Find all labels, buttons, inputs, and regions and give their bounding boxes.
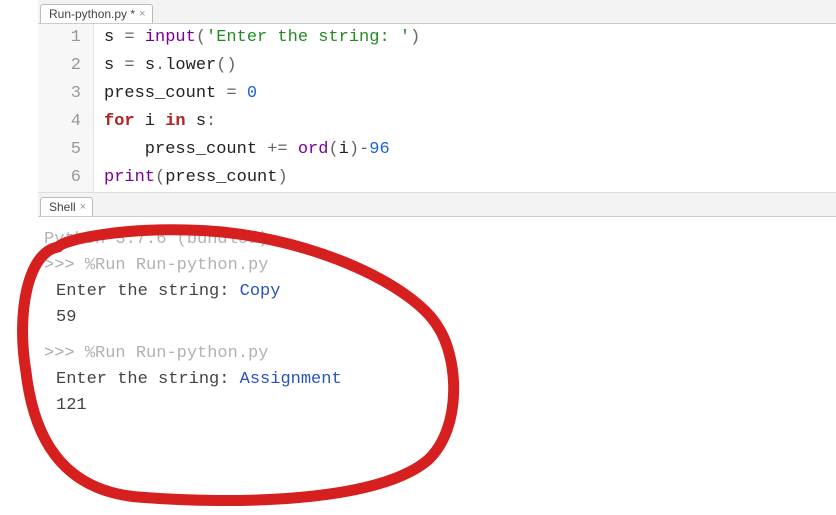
shell-output[interactable]: Python 3.7.6 (bundled)>>> %Run Run-pytho…	[38, 217, 836, 439]
code-content[interactable]: s = input('Enter the string: ')	[94, 24, 420, 52]
token: i	[339, 140, 349, 159]
token: 0	[247, 84, 257, 103]
shell-tab[interactable]: Shell ×	[40, 197, 93, 216]
close-icon[interactable]: ×	[139, 8, 145, 20]
repl-prompt: >>>	[44, 256, 85, 275]
code-line: 6print(press_count)	[38, 164, 836, 192]
token: press_count	[104, 140, 257, 159]
token: =	[226, 84, 236, 103]
close-icon[interactable]: ×	[80, 201, 86, 213]
line-number: 1	[38, 24, 94, 52]
token: 96	[369, 140, 389, 159]
token: .	[155, 56, 165, 75]
code-content[interactable]: print(press_count)	[94, 164, 288, 192]
token: press_count	[104, 84, 216, 103]
code-line: 3press_count = 0	[38, 80, 836, 108]
run-command: %Run Run-python.py	[85, 344, 269, 363]
user-input-value: Copy	[240, 282, 281, 301]
line-number: 3	[38, 80, 94, 108]
shell-command-line: >>> %Run Run-python.py	[44, 341, 832, 367]
line-number: 5	[38, 136, 94, 164]
token: (	[155, 168, 165, 187]
ide-window: Run-python.py * × 1s = input('Enter the …	[0, 0, 836, 439]
blank-line	[44, 419, 832, 429]
shell-tab-bar: Shell ×	[38, 193, 836, 217]
token: print	[104, 168, 155, 187]
token: -	[359, 140, 369, 159]
token: s	[186, 112, 206, 131]
token	[288, 140, 298, 159]
program-io-line: Enter the string: Assignment	[44, 367, 832, 393]
code-content[interactable]: s = s.lower()	[94, 52, 237, 80]
token: =	[124, 28, 134, 47]
editor-tab[interactable]: Run-python.py * ×	[40, 4, 153, 23]
token: :	[206, 112, 216, 131]
code-line: 4for i in s:	[38, 108, 836, 136]
token: +=	[267, 140, 287, 159]
output-prompt-text: Enter the string:	[56, 370, 240, 389]
user-input-value: Assignment	[240, 370, 342, 389]
token: lower	[165, 56, 216, 75]
code-line: 1s = input('Enter the string: ')	[38, 24, 836, 52]
output-prompt-text: Enter the string:	[56, 282, 240, 301]
token	[237, 84, 247, 103]
code-content[interactable]: for i in s:	[94, 108, 216, 136]
token	[135, 56, 145, 75]
code-content[interactable]: press_count += ord(i)-96	[94, 136, 390, 164]
token	[257, 140, 267, 159]
token	[114, 28, 124, 47]
token: =	[124, 56, 134, 75]
run-command: %Run Run-python.py	[85, 256, 269, 275]
tab-filename: Run-python.py *	[49, 7, 135, 21]
token: )	[349, 140, 359, 159]
token: i	[135, 112, 166, 131]
line-number: 6	[38, 164, 94, 192]
blank-line	[44, 331, 832, 341]
token: 'Enter the string: '	[206, 28, 410, 47]
token: )	[277, 168, 287, 187]
line-number: 4	[38, 108, 94, 136]
token: press_count	[165, 168, 277, 187]
token: (	[328, 140, 338, 159]
token: for	[104, 112, 135, 131]
program-io-line: Enter the string: Copy	[44, 279, 832, 305]
token: input	[145, 28, 196, 47]
shell-command-line: >>> %Run Run-python.py	[44, 253, 832, 279]
token: )	[410, 28, 420, 47]
token: in	[165, 112, 185, 131]
token: (	[196, 28, 206, 47]
token: ()	[216, 56, 236, 75]
code-line: 2s = s.lower()	[38, 52, 836, 80]
code-editor[interactable]: 1s = input('Enter the string: ')2s = s.l…	[38, 24, 836, 193]
code-line: 5 press_count += ord(i)-96	[38, 136, 836, 164]
token: ord	[298, 140, 329, 159]
program-output: 121	[44, 393, 832, 419]
program-output: 59	[44, 305, 832, 331]
token	[135, 28, 145, 47]
token	[216, 84, 226, 103]
editor-tab-bar: Run-python.py * ×	[38, 0, 836, 24]
token: s	[104, 28, 114, 47]
token: s	[104, 56, 114, 75]
line-number: 2	[38, 52, 94, 80]
code-content[interactable]: press_count = 0	[94, 80, 257, 108]
token: s	[145, 56, 155, 75]
shell-tab-label: Shell	[49, 200, 76, 214]
token	[114, 56, 124, 75]
repl-prompt: >>>	[44, 344, 85, 363]
python-version: Python 3.7.6 (bundled)	[44, 227, 832, 253]
